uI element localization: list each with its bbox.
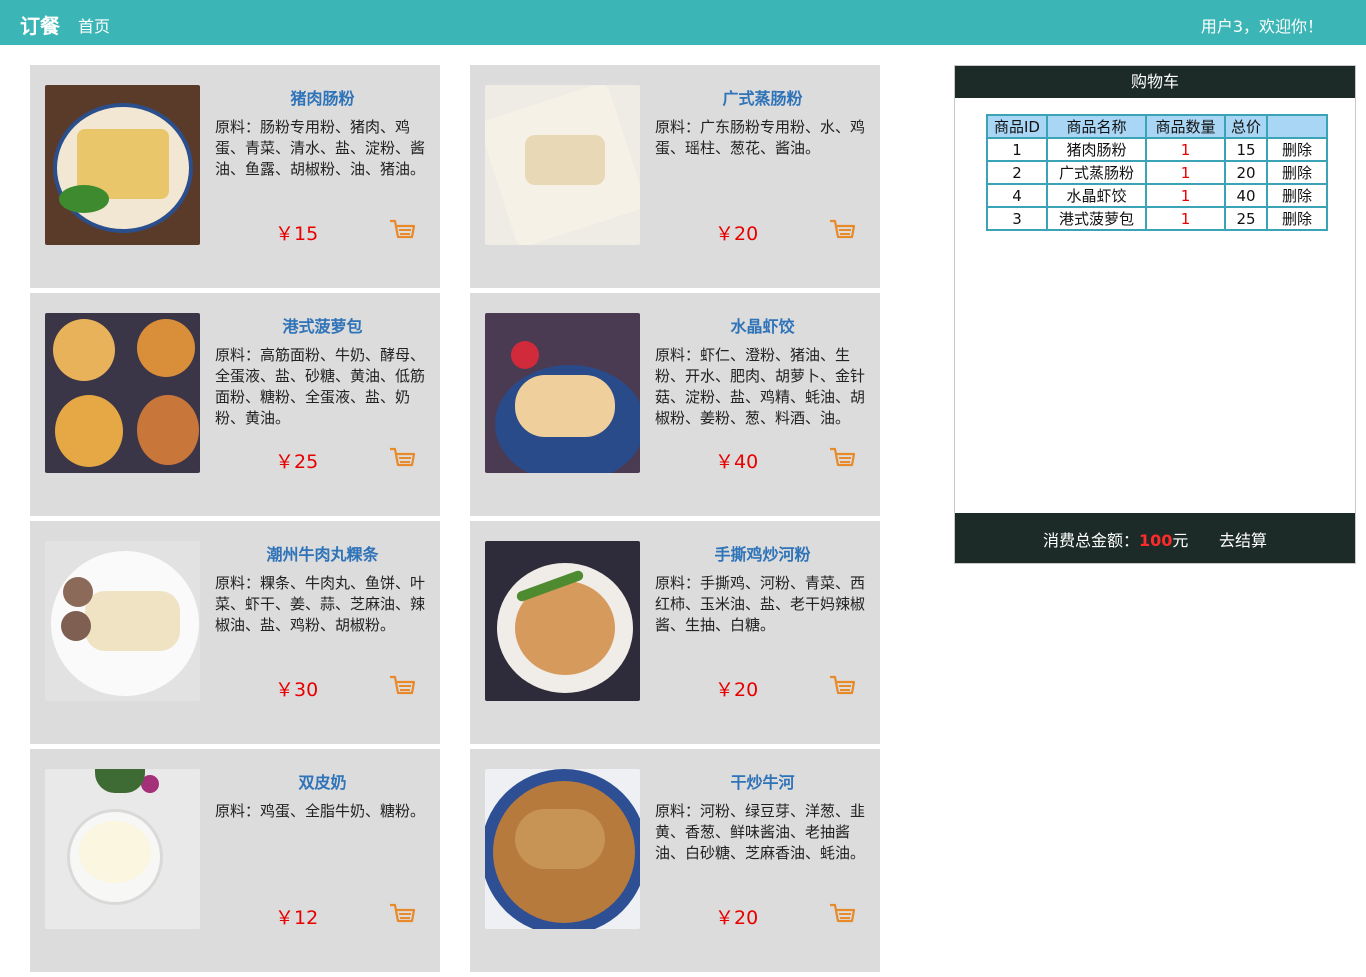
product-price: ￥30 [275,679,319,701]
cart-table: 商品ID 商品名称 商品数量 总价 1 猪肉肠粉 1 15 删除 2 广式蒸肠粉… [986,114,1328,231]
shopping-cart-panel: 购物车 商品ID 商品名称 商品数量 总价 1 猪肉肠粉 1 15 删除 2 广… [954,65,1356,564]
cart-item-id: 2 [986,160,1048,185]
product-image [45,85,200,245]
cart-item-id: 3 [986,206,1048,231]
cart-footer: 消费总金额：100元 去结算 [955,513,1355,563]
product-ingredients: 原料：高筋面粉、牛奶、酵母、全蛋液、盐、砂糖、黄油、低筋面粉、糖粉、全蛋液、盐、… [215,346,426,427]
cart-item-quantity: 1 [1145,137,1226,162]
table-row: 3 港式菠萝包 1 25 删除 [986,206,1328,231]
cart-item-quantity: 1 [1145,206,1226,231]
delete-button[interactable]: 删除 [1266,160,1328,185]
column-header: 商品ID [986,114,1048,139]
product-price: ￥20 [715,223,759,245]
cart-item-id: 4 [986,183,1048,208]
product-image [485,85,640,245]
product-price: ￥15 [275,223,319,245]
product-ingredients: 原料：虾仁、澄粉、猪油、生粉、开水、肥肉、胡萝卜、金针菇、淀粉、盐、鸡精、蚝油、… [655,346,866,427]
column-header: 商品名称 [1046,114,1147,139]
add-to-cart-icon[interactable] [828,902,856,928]
product-name[interactable]: 水晶虾饺 [655,313,870,337]
product-image [45,541,200,701]
cart-item-total: 40 [1224,183,1268,208]
nav-home-link[interactable]: 首页 [78,13,110,37]
total-amount: 消费总金额：100元 [1043,527,1188,551]
cart-item-name: 广式蒸肠粉 [1046,160,1147,185]
delete-button[interactable]: 删除 [1266,137,1328,162]
delete-button[interactable]: 删除 [1266,206,1328,231]
cart-item-id: 1 [986,137,1048,162]
product-card: 手撕鸡炒河粉 原料：手撕鸡、河粉、青菜、西红柿、玉米油、盐、老干妈辣椒酱、生抽、… [470,521,880,744]
column-header [1266,114,1328,139]
delete-button[interactable]: 删除 [1266,183,1328,208]
product-price: ￥40 [715,451,759,473]
product-price: ￥12 [275,907,319,929]
cart-item-total: 20 [1224,160,1268,185]
product-card: 干炒牛河 原料：河粉、绿豆芽、洋葱、韭黄、香葱、鲜味酱油、老抽酱油、白砂糖、芝麻… [470,749,880,972]
product-price: ￥20 [715,907,759,929]
product-ingredients: 原料：肠粉专用粉、猪肉、鸡蛋、青菜、清水、盐、淀粉、酱油、鱼露、胡椒粉、油、猪油… [215,118,426,178]
cart-item-name: 水晶虾饺 [1046,183,1147,208]
product-card: 港式菠萝包 原料：高筋面粉、牛奶、酵母、全蛋液、盐、砂糖、黄油、低筋面粉、糖粉、… [30,293,440,516]
add-to-cart-icon[interactable] [388,674,416,700]
product-image [45,769,200,929]
brand-logo[interactable]: 订餐 [20,10,60,39]
total-label: 消费总金额： [1043,531,1140,550]
product-name[interactable]: 双皮奶 [215,769,430,793]
top-nav-bar: 订餐 首页 用户3，欢迎你！ [0,0,1366,45]
product-ingredients: 原料：鸡蛋、全脂牛奶、糖粉。 [215,802,426,820]
total-unit: 元 [1172,531,1189,550]
product-ingredients: 原料：手撕鸡、河粉、青菜、西红柿、玉米油、盐、老干妈辣椒酱、生抽、白糖。 [655,574,866,634]
product-name[interactable]: 潮州牛肉丸粿条 [215,541,430,565]
product-image [485,769,640,929]
add-to-cart-icon[interactable] [388,902,416,928]
cart-item-name: 港式菠萝包 [1046,206,1147,231]
column-header: 总价 [1224,114,1268,139]
product-card: 广式蒸肠粉 原料：广东肠粉专用粉、水、鸡蛋、瑶柱、葱花、酱油。 ￥20 [470,65,880,288]
add-to-cart-icon[interactable] [828,218,856,244]
product-price: ￥25 [275,451,319,473]
product-card: 水晶虾饺 原料：虾仁、澄粉、猪油、生粉、开水、肥肉、胡萝卜、金针菇、淀粉、盐、鸡… [470,293,880,516]
cart-item-name: 猪肉肠粉 [1046,137,1147,162]
product-image [45,313,200,473]
table-row: 1 猪肉肠粉 1 15 删除 [986,137,1328,162]
table-row: 2 广式蒸肠粉 1 20 删除 [986,160,1328,185]
product-name[interactable]: 手撕鸡炒河粉 [655,541,870,565]
cart-item-quantity: 1 [1145,160,1226,185]
cart-table-header: 商品ID 商品名称 商品数量 总价 [986,114,1328,139]
product-price: ￥20 [715,679,759,701]
checkout-button[interactable]: 去结算 [1219,527,1267,551]
product-image [485,313,640,473]
cart-item-total: 15 [1224,137,1268,162]
product-ingredients: 原料：广东肠粉专用粉、水、鸡蛋、瑶柱、葱花、酱油。 [655,118,866,157]
cart-title: 购物车 [955,66,1355,98]
product-card: 双皮奶 原料：鸡蛋、全脂牛奶、糖粉。 ￥12 [30,749,440,972]
product-card: 猪肉肠粉 原料：肠粉专用粉、猪肉、鸡蛋、青菜、清水、盐、淀粉、酱油、鱼露、胡椒粉… [30,65,440,288]
welcome-text: 用户3，欢迎你！ [1200,17,1323,36]
cart-item-total: 25 [1224,206,1268,231]
cart-item-quantity: 1 [1145,183,1226,208]
column-header: 商品数量 [1145,114,1226,139]
product-card: 潮州牛肉丸粿条 原料：粿条、牛肉丸、鱼饼、叶菜、虾干、姜、蒜、芝麻油、辣椒油、盐… [30,521,440,744]
add-to-cart-icon[interactable] [388,218,416,244]
product-image [485,541,640,701]
table-row: 4 水晶虾饺 1 40 删除 [986,183,1328,208]
add-to-cart-icon[interactable] [388,446,416,472]
add-to-cart-icon[interactable] [828,446,856,472]
add-to-cart-icon[interactable] [828,674,856,700]
product-name[interactable]: 广式蒸肠粉 [655,85,870,109]
total-value: 100 [1139,531,1173,550]
product-name[interactable]: 猪肉肠粉 [215,85,430,109]
product-ingredients: 原料：河粉、绿豆芽、洋葱、韭黄、香葱、鲜味酱油、老抽酱油、白砂糖、芝麻香油、蚝油… [655,802,866,862]
product-name[interactable]: 港式菠萝包 [215,313,430,337]
product-ingredients: 原料：粿条、牛肉丸、鱼饼、叶菜、虾干、姜、蒜、芝麻油、辣椒油、盐、鸡粉、胡椒粉。 [215,574,426,634]
product-name[interactable]: 干炒牛河 [655,769,870,793]
